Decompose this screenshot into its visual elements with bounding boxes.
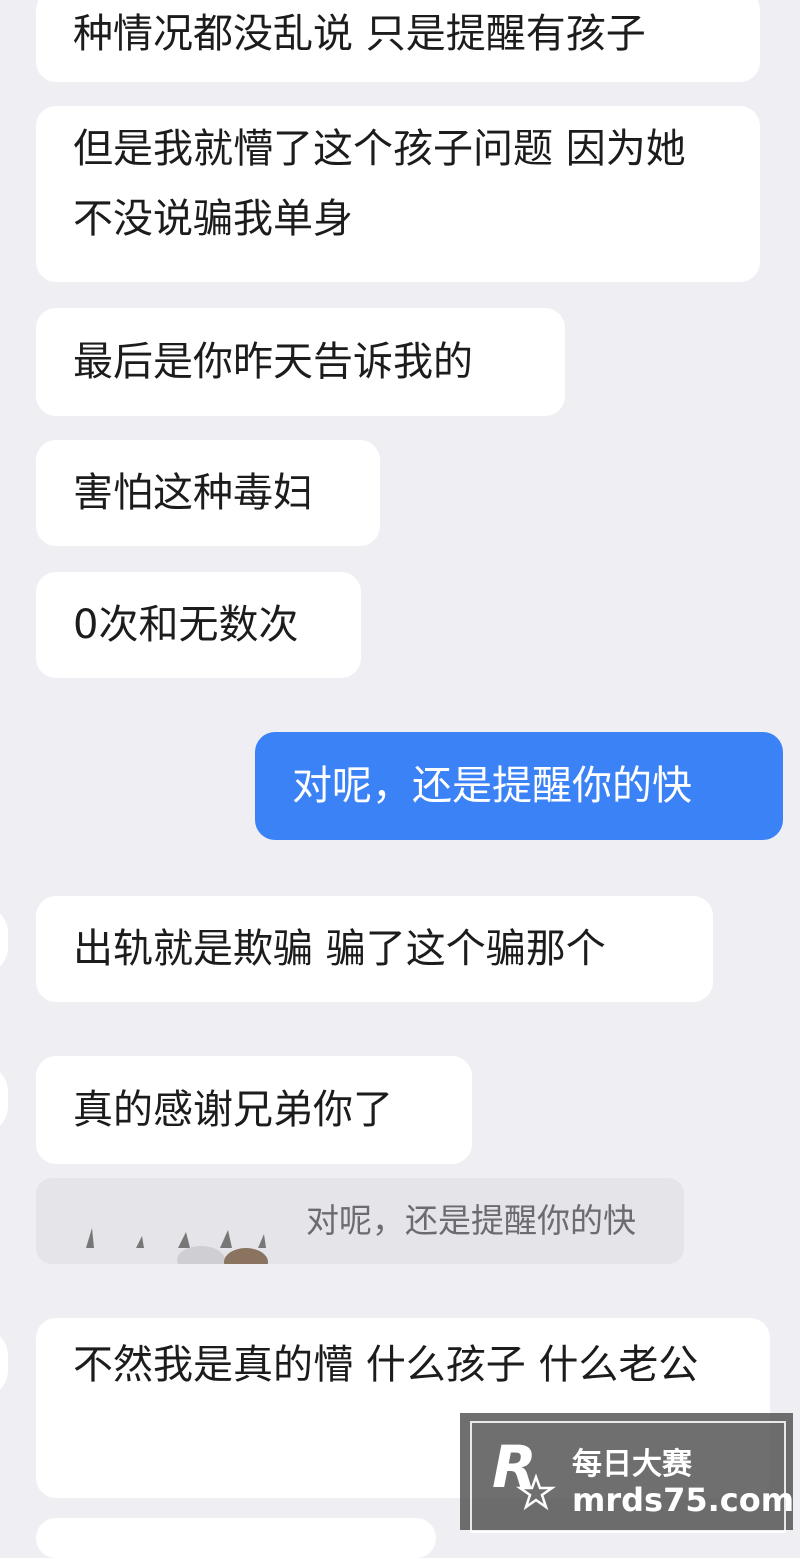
avatar[interactable] [0, 1328, 8, 1398]
watermark-url: mrds75.com [572, 1481, 795, 1519]
redaction-blob [177, 1246, 268, 1264]
message-bubble[interactable]: 最后是你昨天告诉我的 [36, 308, 565, 416]
message-bubble[interactable] [36, 1518, 436, 1558]
quoted-reply[interactable]: 对呢，还是提醒你的快 [36, 1178, 684, 1264]
svg-text:R: R [492, 1433, 537, 1501]
watermark-frame: R 每日大赛 mrds75.com [470, 1421, 794, 1533]
message-text: 不然我是真的懵 什么孩子 什么老公 [73, 1342, 699, 1388]
message-text: 最后是你昨天告诉我的 [73, 339, 473, 385]
message-bubble[interactable]: 出轨就是欺骗 骗了这个骗那个 [36, 896, 713, 1002]
message-text: 害怕这种毒妇 [73, 470, 313, 516]
quoted-text: 对呢，还是提醒你的快 [306, 1201, 636, 1240]
avatar[interactable] [0, 1064, 8, 1134]
message-text: 对呢，还是提醒你的快 [292, 763, 692, 809]
message-text: 真的感谢兄弟你了 [73, 1087, 393, 1133]
watermark: R 每日大赛 mrds75.com [460, 1413, 794, 1533]
avatar[interactable] [0, 905, 8, 975]
brand-logo-icon: R [492, 1433, 556, 1511]
message-text: 种情况都没乱说 只是提醒有孩子 [73, 11, 646, 57]
message-bubble[interactable]: 种情况都没乱说 只是提醒有孩子 [36, 0, 760, 82]
message-bubble[interactable]: 害怕这种毒妇 [36, 440, 380, 546]
message-text: 但是我就懵了这个孩子问题 因为她不没说骗我单身 [73, 126, 686, 242]
watermark-brand: 每日大赛 [572, 1447, 692, 1482]
message-bubble-outgoing[interactable]: 对呢，还是提醒你的快 [255, 732, 783, 840]
message-text: 出轨就是欺骗 骗了这个骗那个 [73, 926, 606, 972]
message-bubble[interactable]: 但是我就懵了这个孩子问题 因为她不没说骗我单身 [36, 106, 760, 282]
message-bubble[interactable]: 0次和无数次 [36, 572, 361, 678]
message-bubble[interactable]: 真的感谢兄弟你了 [36, 1056, 472, 1164]
message-text: 0次和无数次 [73, 602, 299, 648]
